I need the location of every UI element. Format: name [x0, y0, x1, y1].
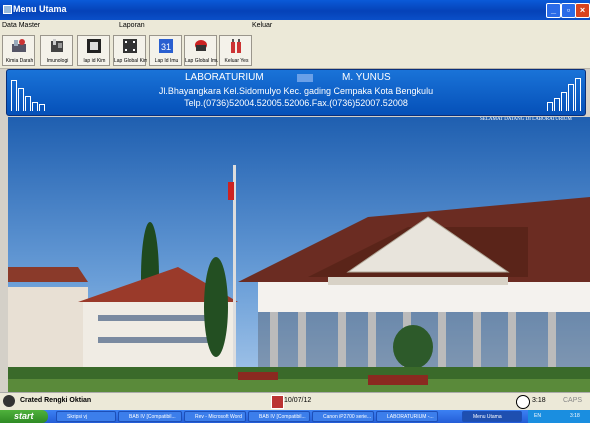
logo-mark — [297, 74, 313, 82]
status-bar: Crated Rengki Oktian 10/07/12 3:18 CAPS — [0, 392, 590, 411]
app-icon — [3, 5, 12, 14]
menu-laporan[interactable]: Laporan — [119, 22, 145, 29]
hospital-name: M. YUNUS — [342, 72, 391, 83]
windows-taskbar: start Skripsi vj BAB IV [Compatibil... R… — [0, 410, 590, 423]
taskbar-item[interactable]: BAB IV [Compatibil... — [118, 411, 182, 422]
imunologi-button[interactable]: Imunologi — [40, 35, 73, 66]
calendar-31-icon: 31 — [159, 39, 173, 53]
menu-bar: Data Master Laporan Keluar — [0, 20, 590, 34]
welcome-marquee: SELAMAT DATANG DI LABORATURIUM — [480, 117, 572, 122]
toolbar-label: Lap Global Kim — [114, 58, 147, 64]
immunology-icon — [51, 39, 63, 52]
status-date: 10/07/12 — [284, 397, 312, 404]
window-title: Menu Utama — [13, 4, 67, 14]
tray-clock: 3:18 — [570, 413, 580, 419]
close-button[interactable]: × — [575, 3, 590, 18]
exit-bottles-icon — [231, 39, 241, 53]
lab-title: LABORATURIUM — [185, 72, 264, 83]
status-time: 3:18 — [532, 397, 546, 404]
calendar-icon — [271, 395, 284, 409]
bar-chart-logo-right — [547, 78, 583, 111]
lap-id-imu-button[interactable]: 31 Lap Id Imu — [149, 35, 182, 66]
lap-id-kim-button[interactable]: lap id Kim — [77, 35, 110, 66]
keluar-yes-button[interactable]: Keluar Yes — [219, 35, 252, 66]
lap-global-imu-button[interactable]: Lap Global Imu — [184, 35, 218, 66]
film-report-icon — [123, 39, 137, 53]
toolbar-label: Imunologi — [46, 58, 69, 64]
clock-icon — [516, 395, 530, 409]
taskbar-item[interactable]: BAB IV [Compatibil... — [248, 411, 310, 422]
helmet-report-icon — [195, 40, 207, 51]
lap-global-kim-button[interactable]: Lap Global Kim — [113, 35, 147, 66]
address-line: Jl.Bhayangkara Kel.Sidomulyo Kec. gading… — [158, 86, 434, 96]
menu-data-master[interactable]: Data Master — [2, 22, 40, 29]
taskbar-item[interactable]: Canon iP2700 serie... — [312, 411, 374, 422]
user-icon — [3, 395, 15, 407]
caps-indicator: CAPS — [563, 397, 583, 404]
svg-text:31: 31 — [161, 42, 171, 52]
maximize-button[interactable]: ▫ — [561, 3, 576, 18]
toolbar-label: Lap Global Imu — [185, 58, 218, 64]
report-id-icon — [87, 39, 101, 53]
language-indicator[interactable]: EN — [534, 413, 541, 419]
toolbar-label: Kimia Darah — [5, 58, 34, 64]
toolbar: Kimia Darah Imunologi lap id Kim Lap Glo… — [0, 34, 590, 69]
phone-line: Telp.(0736)52004.52005.52006.Fax.(0736)5… — [184, 98, 408, 108]
status-user: Crated Rengki Oktian — [20, 397, 92, 404]
taskbar-item[interactable]: Rev - Microsoft Word — [184, 411, 246, 422]
title-bar: Menu Utama _ ▫ × — [0, 0, 590, 20]
header-banner: LABORATURIUM M. YUNUS Jl.Bhayangkara Kel… — [6, 69, 586, 116]
blood-chemistry-icon — [12, 39, 26, 52]
menu-keluar[interactable]: Keluar — [252, 22, 272, 29]
toolbar-label: Keluar Yes — [224, 58, 249, 64]
toolbar-label: Lap Id Imu — [154, 58, 179, 64]
toolbar-label: lap id Kim — [83, 58, 106, 64]
kimia-darah-button[interactable]: Kimia Darah — [2, 35, 35, 66]
building-photo — [8, 117, 590, 392]
taskbar-item[interactable]: Skripsi vj — [56, 411, 116, 422]
taskbar-item[interactable]: LABORATURIUM -... — [376, 411, 438, 422]
taskbar-item-active[interactable]: Menu Utama — [462, 411, 522, 422]
minimize-button[interactable]: _ — [546, 3, 561, 18]
start-button[interactable]: start — [0, 410, 48, 423]
